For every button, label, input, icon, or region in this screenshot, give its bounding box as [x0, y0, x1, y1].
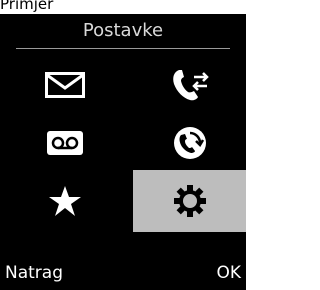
softkey-bar: Natrag OK: [0, 258, 246, 290]
voicemail-icon: [46, 131, 83, 155]
menu-item-call-transfer[interactable]: [133, 56, 246, 114]
menu-item-settings[interactable]: [133, 170, 246, 232]
call-forward-icon: [173, 126, 207, 160]
back-softkey[interactable]: Natrag: [5, 261, 63, 285]
menu-item-voicemail[interactable]: [8, 114, 121, 172]
gear-icon: [173, 184, 207, 218]
handset-screen: Postavke Natrag OK: [0, 14, 246, 290]
menu-item-call-forwarding[interactable]: [133, 114, 246, 172]
ok-softkey[interactable]: OK: [216, 261, 241, 285]
menu-item-favourites[interactable]: [8, 172, 121, 230]
star-icon: [48, 186, 81, 216]
menu-item-messages[interactable]: [8, 56, 121, 114]
caption: Primjer: [0, 0, 54, 13]
phone-transfer-icon: [170, 68, 210, 102]
title-divider: [16, 48, 230, 49]
screen-title: Postavke: [82, 20, 164, 41]
envelope-icon: [44, 72, 85, 98]
